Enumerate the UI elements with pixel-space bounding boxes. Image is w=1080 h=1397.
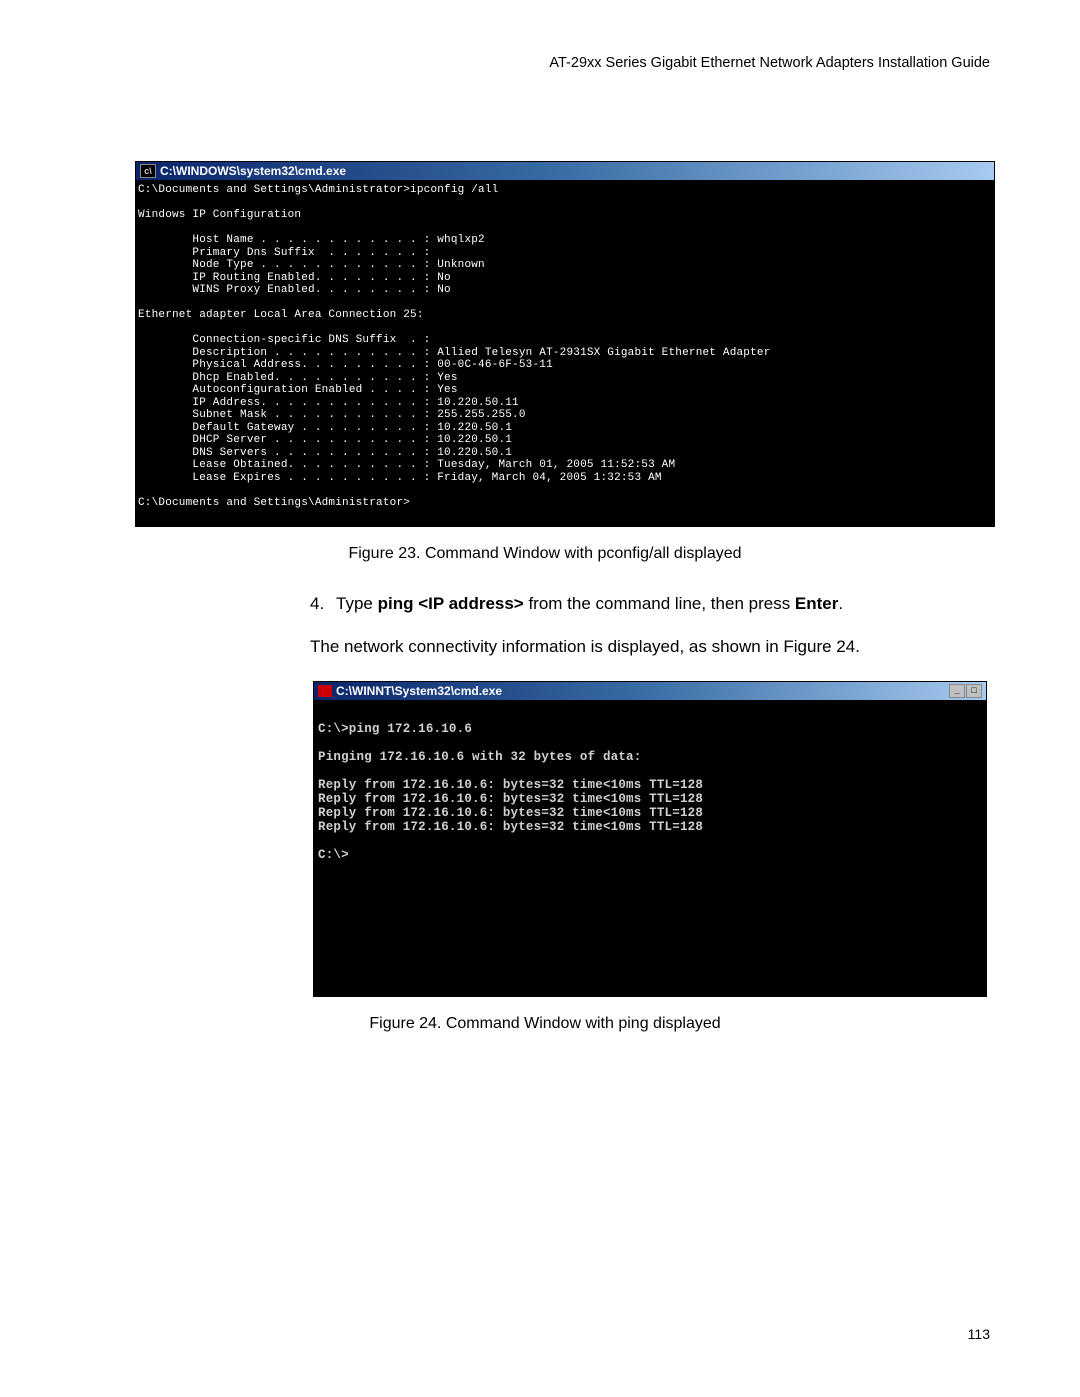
figure24-window: C:\WINNT\System32\cmd.exe _ □ C:\>ping 1… bbox=[313, 681, 987, 997]
step-number: 4. bbox=[310, 591, 336, 616]
body-text-block: 4. Type ping <IP address> from the comma… bbox=[310, 591, 990, 659]
figure24-body: C:\>ping 172.16.10.6 Pinging 172.16.10.6… bbox=[314, 700, 986, 996]
figure24-caption: Figure 24. Command Window with ping disp… bbox=[100, 1015, 990, 1033]
step-text-mid: from the command line, then press bbox=[524, 594, 795, 613]
page-number: 113 bbox=[968, 1326, 990, 1342]
window-buttons: _ □ bbox=[949, 684, 982, 698]
cmd-icon bbox=[318, 685, 332, 697]
maximize-icon[interactable]: □ bbox=[966, 684, 982, 698]
step-text-enter: Enter bbox=[795, 594, 838, 613]
figure23-body: C:\Documents and Settings\Administrator>… bbox=[136, 180, 994, 526]
figure24-titlebar: C:\WINNT\System32\cmd.exe _ □ bbox=[314, 682, 986, 700]
page: AT-29xx Series Gigabit Ethernet Network … bbox=[0, 0, 1080, 1397]
step-text: Type ping <IP address> from the command … bbox=[336, 591, 843, 616]
page-header: AT-29xx Series Gigabit Ethernet Network … bbox=[100, 55, 990, 71]
cmd-icon: c\ bbox=[140, 164, 156, 178]
figure23-window: c\ C:\WINDOWS\system32\cmd.exe C:\Docume… bbox=[135, 161, 995, 527]
step-4: 4. Type ping <IP address> from the comma… bbox=[310, 591, 990, 616]
figure23-caption: Figure 23. Command Window with pconfig/a… bbox=[100, 545, 990, 563]
step-text-cmd: ping <IP address> bbox=[378, 594, 524, 613]
figure23-title: C:\WINDOWS\system32\cmd.exe bbox=[160, 164, 346, 178]
paragraph-1: The network connectivity information is … bbox=[310, 634, 990, 659]
step-text-suffix: . bbox=[838, 594, 843, 613]
minimize-icon[interactable]: _ bbox=[949, 684, 965, 698]
figure24-title: C:\WINNT\System32\cmd.exe bbox=[336, 684, 502, 698]
step-text-prefix: Type bbox=[336, 594, 378, 613]
figure23-titlebar: c\ C:\WINDOWS\system32\cmd.exe bbox=[136, 162, 994, 180]
